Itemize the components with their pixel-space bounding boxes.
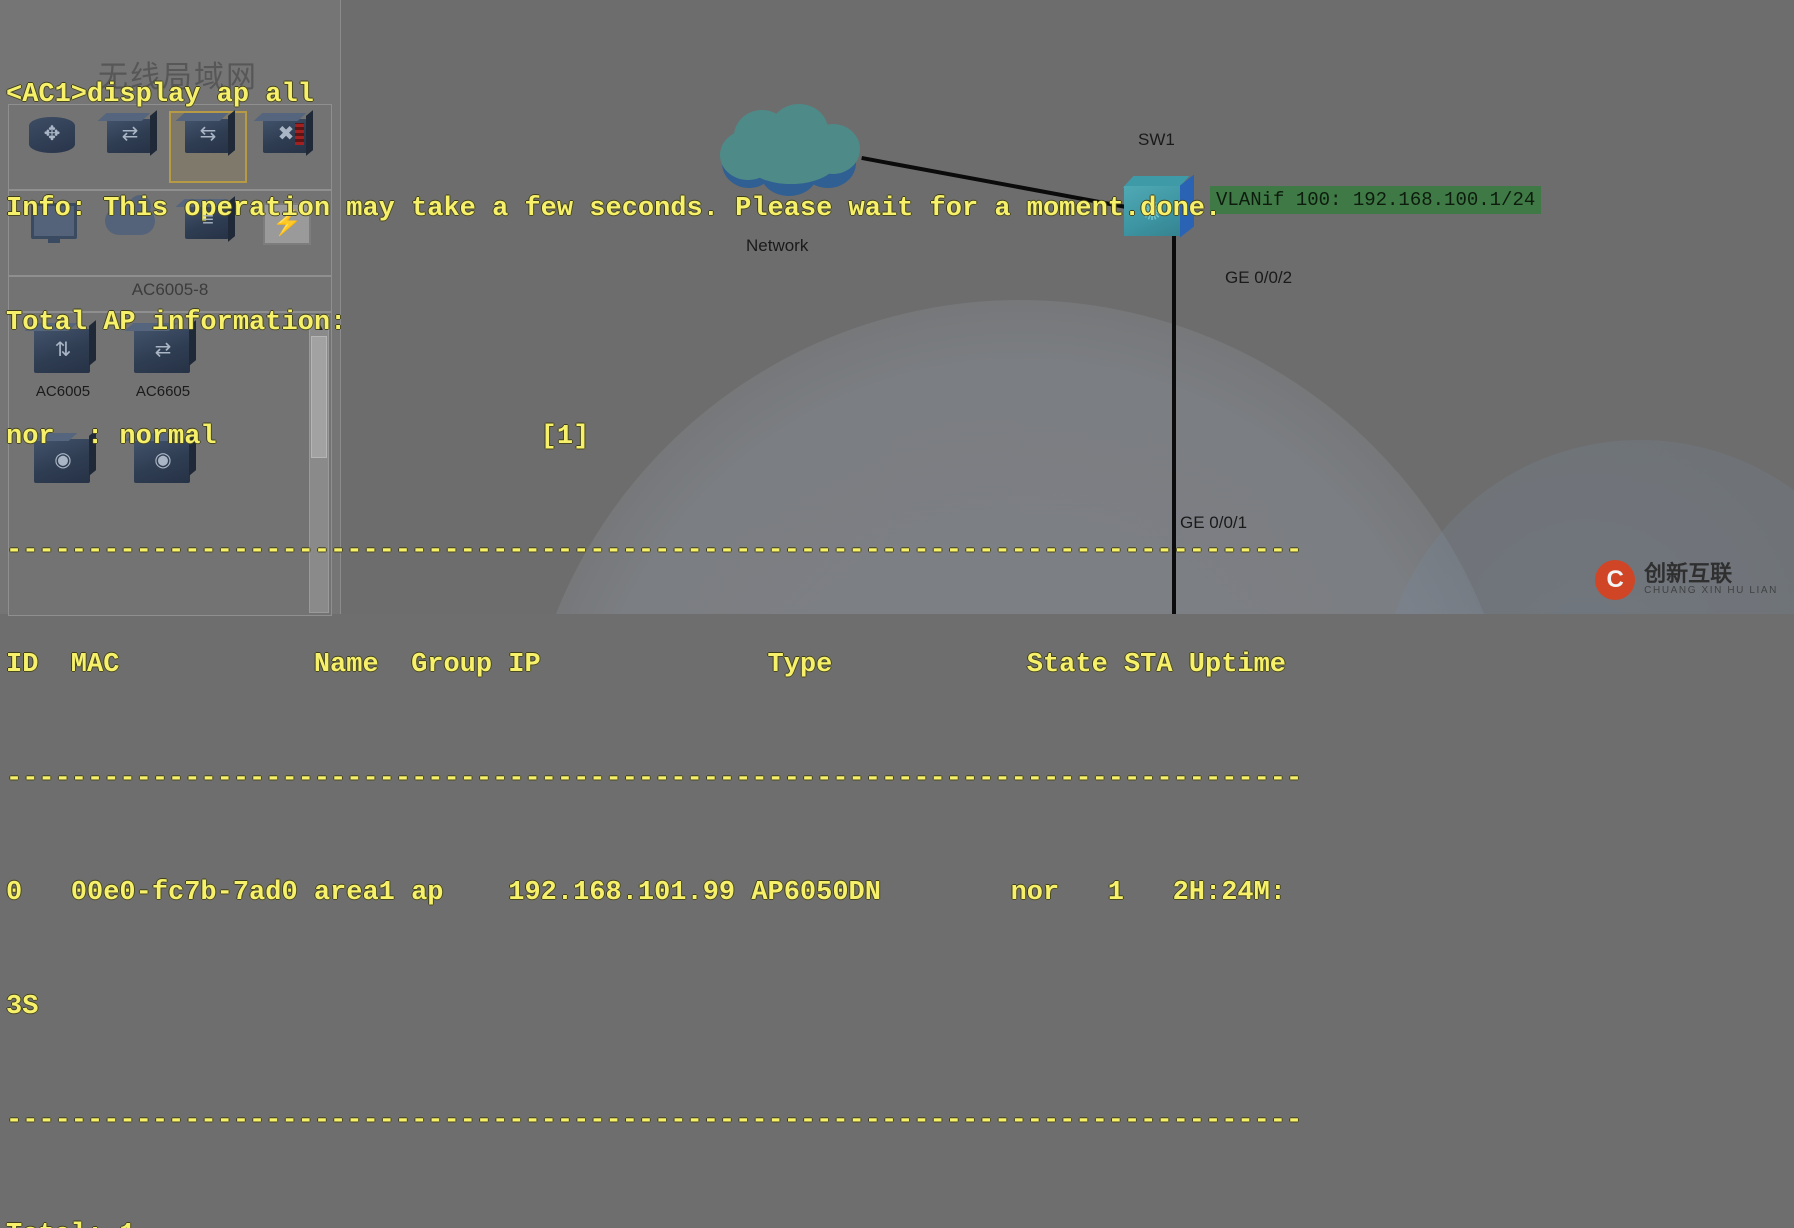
node-label-sw1: SW1 — [1138, 130, 1175, 149]
bolt-icon: ⚡ — [257, 197, 315, 245]
chevron-up-icon[interactable]: ▲ — [310, 316, 328, 334]
palette-selected-title: AC6005-8 — [8, 276, 332, 312]
terminal-divider: ----------------------------------------… — [6, 1106, 1303, 1136]
palette-item-switch-1[interactable]: ⇄ — [91, 111, 169, 183]
switch-icon: ✺ — [1122, 174, 1202, 238]
cloud-icon — [716, 104, 866, 196]
brand-logo-icon: C — [1595, 560, 1636, 600]
palette-group-endpoints[interactable]: ≡ ⚡ — [8, 190, 332, 276]
terminal-data-row-wrap: 3S — [6, 992, 39, 1022]
router-icon: ✥ — [23, 111, 81, 157]
palette-label-ac6005: AC6005 — [35, 383, 91, 400]
palette-item-ac6005[interactable]: ⇅ AC6005 — [13, 319, 113, 429]
brand-watermark: C 创新互联 CHUANG XIN HU LIAN — [1595, 560, 1778, 600]
ge002-label: GE 0/0/2 — [1225, 268, 1293, 287]
palette-item-firewall[interactable]: ✖ — [247, 111, 325, 183]
palette-scrollbar[interactable]: ▲ — [309, 315, 329, 613]
link-sw1-to-ap[interactable] — [1172, 236, 1176, 614]
palette-item-router[interactable]: ✥ — [13, 111, 91, 183]
firewall-icon: ✖ — [257, 111, 315, 157]
ac-controller-icon: ⇅ — [26, 319, 100, 381]
palette-item-bolt[interactable]: ⚡ — [247, 197, 325, 269]
ac-controller-icon: ⇄ — [126, 319, 200, 381]
cloud-icon — [101, 195, 159, 243]
palette-item-ap-2[interactable]: ◉ — [113, 429, 213, 539]
palette-label-ac6605: AC6605 — [135, 383, 191, 400]
access-point-icon: ◉ — [26, 429, 100, 491]
palette-title-text: AC6005-8 — [131, 280, 209, 299]
node-label-network: Network — [746, 236, 809, 255]
pc-icon — [23, 197, 81, 243]
palette-item-switch-2[interactable]: ⇆ — [169, 111, 247, 183]
brand-name-en: CHUANG XIN HU LIAN — [1644, 585, 1778, 597]
palette-group-wlan[interactable]: ⇅ AC6005 ⇄ AC6605 ◉ ◉ ▲ — [8, 312, 332, 616]
server-icon: ≡ — [179, 197, 237, 243]
palette-item-cloud[interactable] — [91, 195, 169, 269]
terminal-header-row: ID MAC Name Group IP Type State STA Upti… — [6, 650, 1287, 680]
background-glow — [520, 300, 1520, 614]
palette-item-ap-1[interactable]: ◉ — [13, 429, 113, 539]
palette-item-ac6605[interactable]: ⇄ AC6605 — [113, 319, 213, 429]
palette-item-server[interactable]: ≡ — [169, 197, 247, 269]
ge001-label: GE 0/0/1 — [1180, 513, 1248, 532]
palette-item-pc[interactable] — [13, 197, 91, 269]
access-point-icon: ◉ — [126, 429, 200, 491]
terminal-divider: ----------------------------------------… — [6, 764, 1303, 794]
switch-icon: ⇄ — [101, 111, 159, 157]
vlanif-caption: VLANif 100: 192.168.100.1/24 — [1210, 186, 1542, 214]
scrollbar-thumb[interactable] — [311, 336, 327, 458]
terminal-data-row: 0 00e0-fc7b-7ad0 area1 ap 192.168.101.99… — [6, 878, 1287, 908]
watermark-cn-text: 无线局域网 — [98, 60, 258, 95]
brand-name-cn: 创新互联 — [1644, 562, 1733, 588]
link-cloud-to-sw1[interactable] — [861, 156, 1157, 215]
terminal-total-line: Total: 1 — [6, 1216, 1788, 1228]
switch-icon: ⇆ — [179, 111, 237, 157]
palette-group-routers[interactable]: ✥ ⇄ ⇆ ✖ — [8, 104, 332, 190]
